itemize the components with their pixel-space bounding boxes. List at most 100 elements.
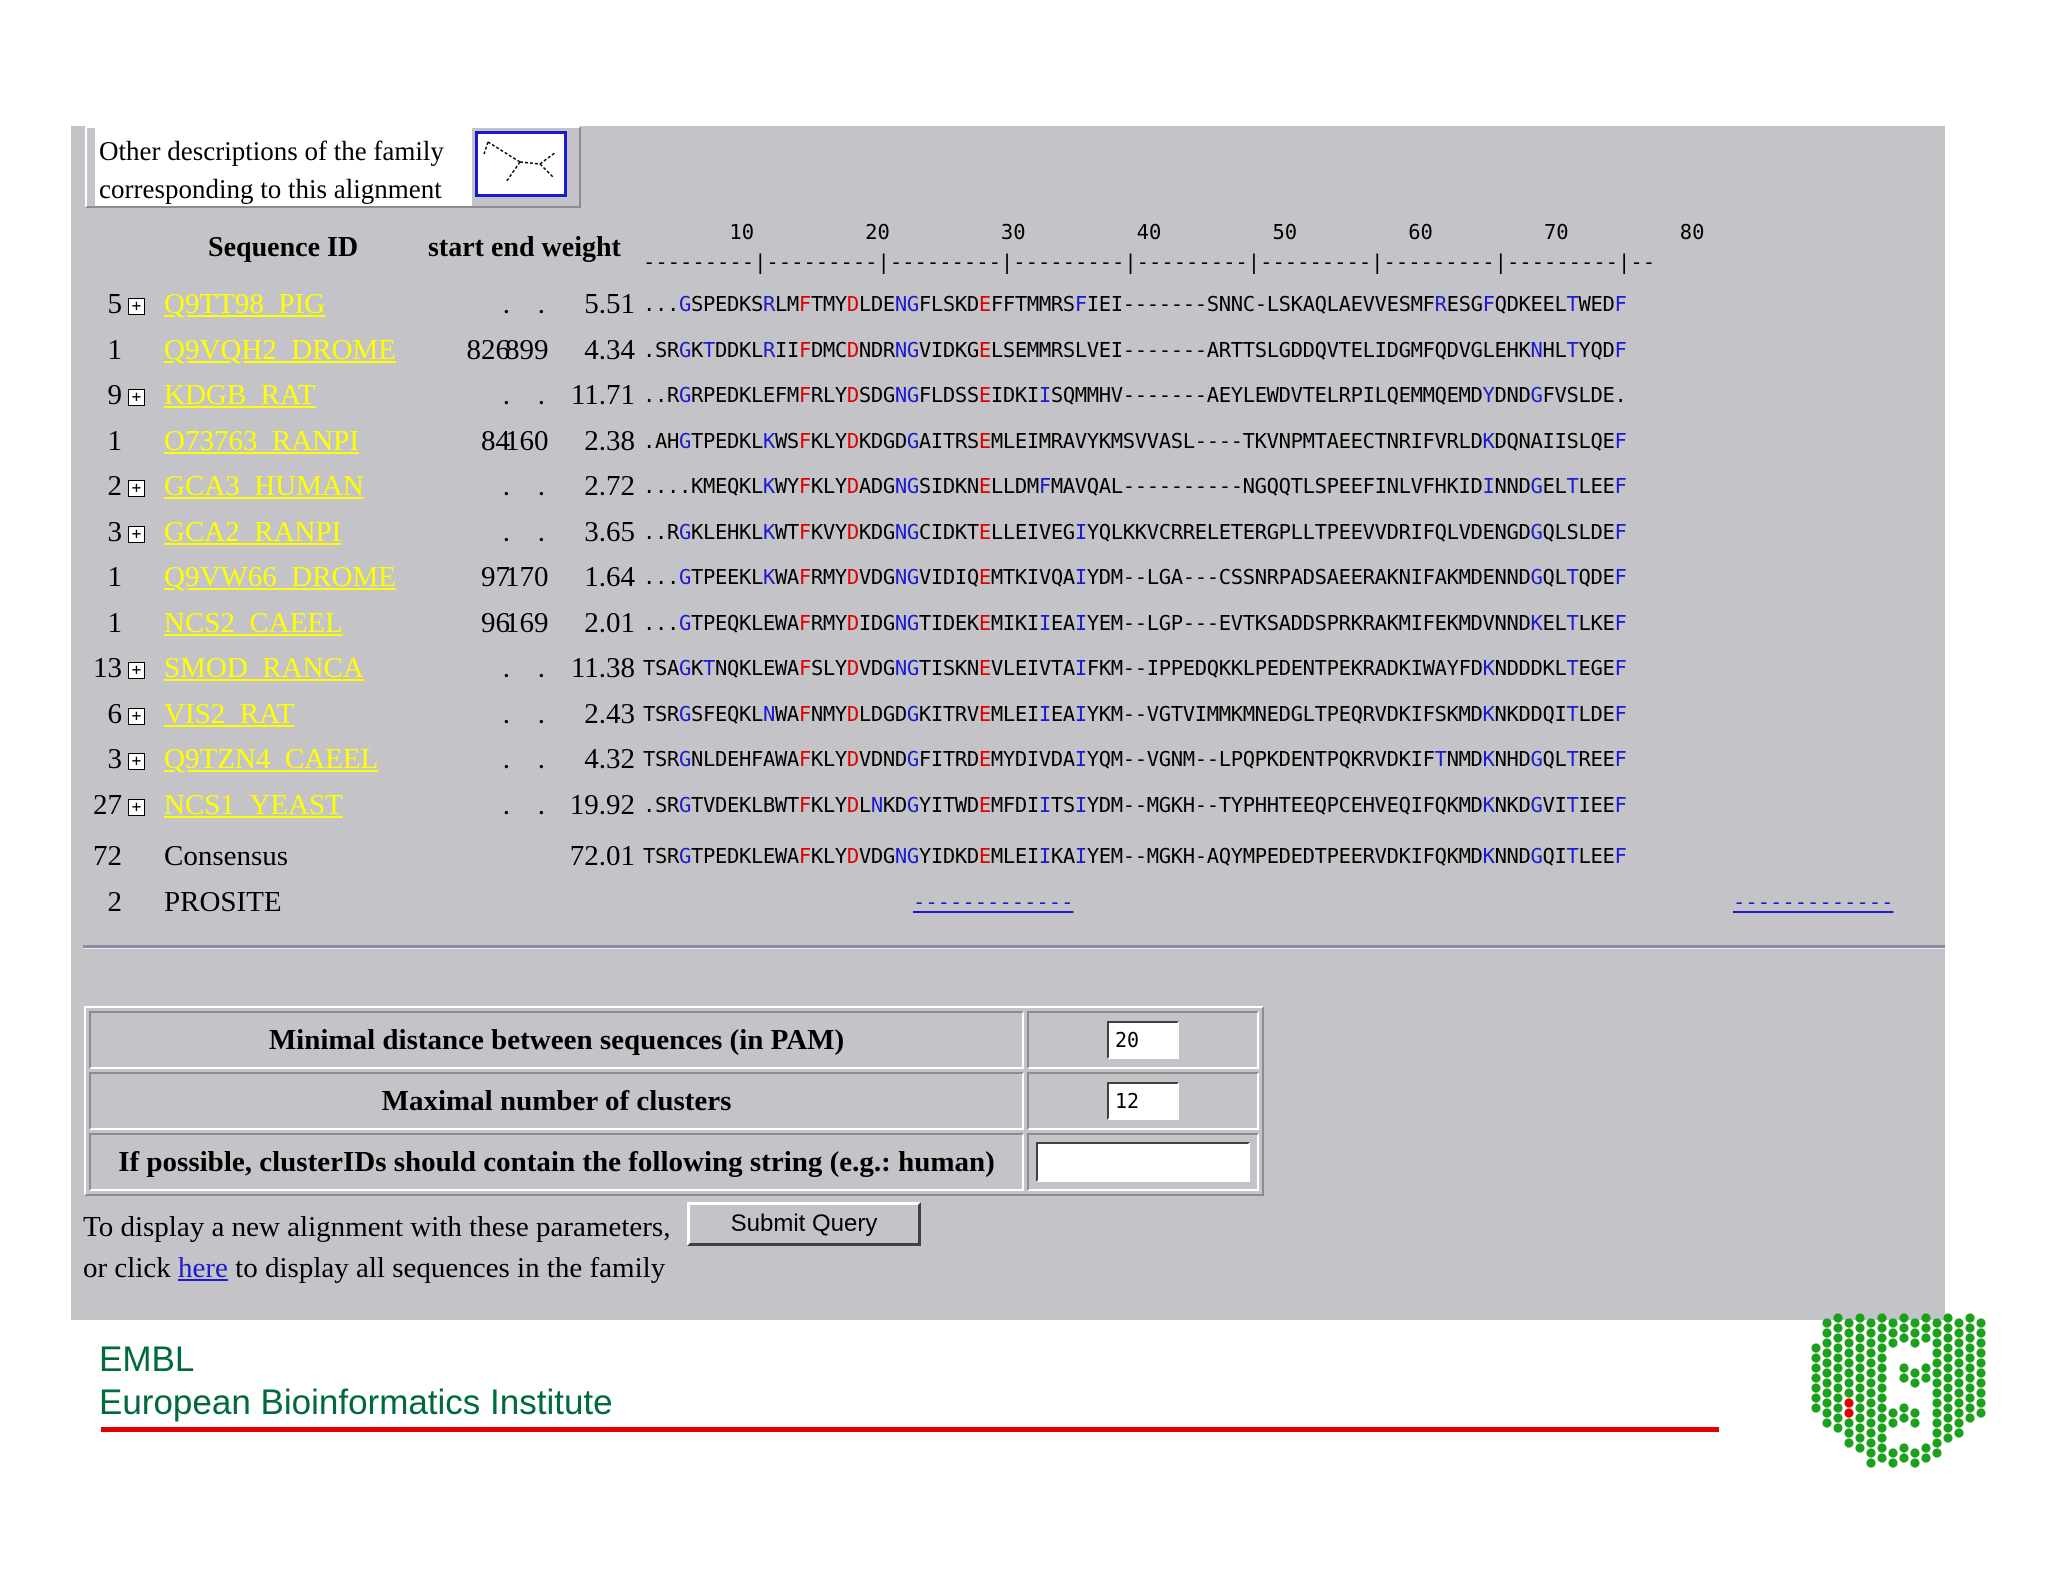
phylogenetic-tree-button[interactable] xyxy=(475,131,567,197)
logo-dot xyxy=(1910,1318,1920,1328)
logo-dot xyxy=(1932,1438,1942,1448)
logo-dot xyxy=(1954,1358,1964,1368)
logo-dot xyxy=(1965,1393,1975,1403)
logo-dot xyxy=(1866,1368,1876,1378)
sequence-id-link[interactable]: Q9TZN4_CAEEL xyxy=(164,743,378,776)
logo-dot xyxy=(1976,1378,1986,1388)
row-sequence: TSAGKTNQKLEWAFSLYDVDGNGTISKNEVLEIVTAIFKM… xyxy=(643,656,1627,680)
row-sequence: ....KMEQKLKWYFKLYDADGNGSIDKNELLDMFMAVQAL… xyxy=(643,474,1627,498)
sequence-id-link[interactable]: NCS2_CAEEL xyxy=(164,607,343,640)
logo-dot xyxy=(1844,1408,1854,1418)
plus-box-icon[interactable]: + xyxy=(128,480,145,497)
logo-dot xyxy=(1855,1343,1865,1353)
sequence-id-link[interactable]: VIS2_RAT xyxy=(164,698,295,731)
alignment-row: 3 + GCA2_RANPI.. 3.65 ..RGKLEHKLKWTFKVYDKDGN… xyxy=(0,514,2048,558)
consensus-weight: 72.01 xyxy=(569,840,635,872)
logo-dot xyxy=(1822,1328,1832,1338)
logo-dot xyxy=(1943,1373,1953,1383)
consensus-row: 72 Consensus 72.01 TSRGTPEDKLEWAFKLYDVDG… xyxy=(0,838,2048,882)
logo-dot xyxy=(1877,1443,1887,1453)
alignment-row: 3 + Q9TZN4_CAEEL.. 4.32 TSRGNLDEHFAWAFKLYDVD… xyxy=(0,741,2048,785)
prosite-motif-2[interactable]: ------------- xyxy=(1733,890,1893,914)
logo-dot xyxy=(1910,1418,1920,1428)
logo-dot xyxy=(1877,1353,1887,1363)
row-sequence: ..RGRPEDKLEFMFRLYDSDGNGFLDSSEIDKIISQMMHV… xyxy=(643,383,1627,407)
sequence-id-link[interactable]: GCA3_HUMAN xyxy=(164,470,364,503)
display-instructions-line1: To display a new alignment with these pa… xyxy=(83,1211,671,1243)
row-end: . xyxy=(537,288,545,320)
logo-dot xyxy=(1866,1388,1876,1398)
logo-dot xyxy=(1866,1398,1876,1408)
min-distance-label: Minimal distance between sequences (in P… xyxy=(89,1011,1024,1069)
prosite-motif-1[interactable]: ------------- xyxy=(913,890,1073,914)
logo-dot xyxy=(1855,1333,1865,1343)
logo-dot xyxy=(1833,1333,1843,1343)
plus-box-icon[interactable]: + xyxy=(128,389,145,406)
logo-dot xyxy=(1932,1318,1942,1328)
logo-dot xyxy=(1965,1343,1975,1353)
logo-dot xyxy=(1855,1423,1865,1433)
logo-dot xyxy=(1932,1408,1942,1418)
logo-dot xyxy=(1877,1433,1887,1443)
logo-dot xyxy=(1954,1428,1964,1438)
sequence-id-link[interactable]: Q9VQH2_DROME xyxy=(164,334,396,367)
plus-box-icon[interactable]: + xyxy=(128,798,145,816)
sequence-id-link[interactable]: SMOD_RANCA xyxy=(164,652,364,685)
logo-dot xyxy=(1844,1318,1854,1328)
logo-dot xyxy=(1866,1328,1876,1338)
logo-dot xyxy=(1811,1373,1821,1383)
sequence-id-link[interactable]: Q9VW66_DROME xyxy=(164,561,396,594)
logo-dot xyxy=(1844,1428,1854,1438)
cluster-string-label: If possible, clusterIDs should contain t… xyxy=(89,1133,1024,1191)
logo-dot xyxy=(1976,1368,1986,1378)
logo-dot xyxy=(1866,1348,1876,1358)
logo-dot xyxy=(1855,1403,1865,1413)
plus-box-icon[interactable]: + xyxy=(128,525,145,543)
alignment-row: 27 + NCS1_YEAST.. 19.92 .SRGTVDEKLBWTFKLYDLN… xyxy=(0,787,2048,831)
logo-dot xyxy=(1888,1318,1898,1328)
max-clusters-input[interactable] xyxy=(1107,1082,1179,1120)
min-distance-input[interactable] xyxy=(1107,1021,1179,1059)
logo-dot xyxy=(1844,1358,1854,1368)
sequence-id-link[interactable]: NCS1_YEAST xyxy=(164,789,343,822)
sequence-id-link[interactable]: GCA2_RANPI xyxy=(164,516,341,549)
logo-dot xyxy=(1943,1353,1953,1363)
plus-box-icon[interactable]: + xyxy=(128,662,145,679)
logo-dot xyxy=(1877,1383,1887,1393)
cluster-string-input[interactable] xyxy=(1036,1142,1250,1183)
alignment-row: 1 NCS2_CAEEL 96 169 2.01 ...GTPEQKLEWAFRMYDID… xyxy=(0,605,2048,649)
consensus-label: Consensus xyxy=(164,840,289,872)
alignment-row: 6 + VIS2_RAT.. 2.43 TSRGSFEQKLNWAFNMYDLDGDGK… xyxy=(0,696,2048,740)
submit-query-button[interactable]: Submit Query xyxy=(687,1202,921,1246)
logo-dot xyxy=(1866,1428,1876,1438)
logo-dot xyxy=(1932,1428,1942,1438)
logo-dot xyxy=(1910,1368,1920,1378)
row-start: . xyxy=(502,788,510,821)
logo-dot xyxy=(1844,1418,1854,1428)
min-distance-cell xyxy=(1027,1011,1259,1069)
logo-dot xyxy=(1877,1403,1887,1413)
sequence-id-link[interactable]: O73763_RANPI xyxy=(164,425,359,458)
plus-box-icon[interactable]: + xyxy=(128,707,145,725)
plus-box-icon[interactable]: + xyxy=(128,298,145,315)
alignment-row: 5 + Q9TT98_PIG.. 5.51 ...GSPEDKSRLMFTMYDLDEN… xyxy=(0,286,2048,330)
logo-dot xyxy=(1822,1388,1832,1398)
logo-dot xyxy=(1954,1418,1964,1428)
logo-dot xyxy=(1877,1363,1887,1373)
sequence-id-link[interactable]: Q9TT98_PIG xyxy=(164,288,325,321)
logo-dot xyxy=(1866,1338,1876,1348)
row-end: . xyxy=(537,515,545,548)
logo-dot xyxy=(1932,1338,1942,1348)
logo-dot xyxy=(1943,1363,1953,1373)
logo-dot xyxy=(1965,1323,1975,1333)
logo-dot xyxy=(1877,1453,1887,1463)
row-count: 1 xyxy=(107,424,123,457)
display-all-link[interactable]: here xyxy=(178,1252,228,1284)
sequence-id-link[interactable]: KDGB_RAT xyxy=(164,379,315,412)
param-row-cluster-string: If possible, clusterIDs should contain t… xyxy=(89,1133,1259,1191)
logo-dot xyxy=(1855,1323,1865,1333)
consensus-sequence: TSRGTPEDKLEWAFKLYDVDGNGYIDKDEMLEIIKAIYEM… xyxy=(643,844,1627,868)
plus-box-icon[interactable]: + xyxy=(128,753,145,770)
ruler-ticks: 10 20 30 40 50 60 70 80 xyxy=(643,220,1705,244)
logo-dot xyxy=(1833,1343,1843,1353)
